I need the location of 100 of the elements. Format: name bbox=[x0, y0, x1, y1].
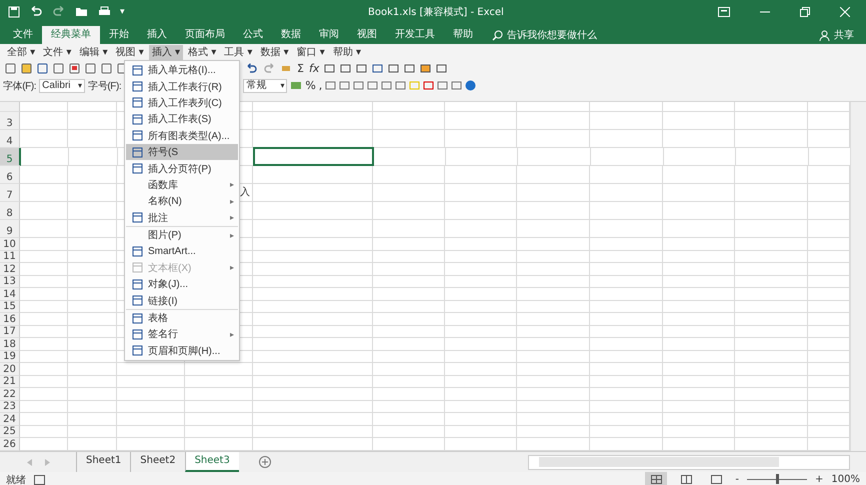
row-header[interactable]: 11 bbox=[0, 250, 20, 263]
row-header[interactable]: 8 bbox=[0, 202, 20, 220]
zoom-in-button[interactable]: + bbox=[815, 474, 824, 485]
submenu-arrow: ▸ bbox=[230, 263, 235, 272]
menu-item-icon bbox=[132, 114, 142, 125]
row-header[interactable]: 20 bbox=[0, 363, 20, 376]
ribbon-tab[interactable]: 数据 bbox=[272, 26, 310, 44]
menu-item[interactable]: 插入工作表(S) bbox=[126, 111, 238, 128]
redo-icon[interactable] bbox=[52, 6, 66, 18]
row-header[interactable]: 13 bbox=[0, 276, 20, 288]
ribbon-tab[interactable]: 文件 bbox=[4, 26, 42, 44]
number-format-dropdown[interactable]: 常规 ▾ bbox=[243, 78, 288, 92]
row-header[interactable]: 4 bbox=[0, 130, 20, 148]
close-icon[interactable] bbox=[840, 7, 850, 17]
ribbon-tab[interactable]: 审阅 bbox=[310, 26, 348, 44]
menu-item[interactable]: 所有图表类型(A)... bbox=[126, 128, 238, 144]
row-header[interactable]: 14 bbox=[0, 288, 20, 300]
menu-item[interactable]: 表格 bbox=[126, 308, 238, 326]
menu-bar-item[interactable]: 数据 ▾ bbox=[257, 44, 292, 60]
ribbon-tab[interactable]: 开发工具 bbox=[386, 26, 444, 44]
submenu-arrow: ▸ bbox=[230, 213, 235, 222]
ribbon-tab[interactable]: 开始 bbox=[100, 26, 138, 44]
function-button[interactable]: fx bbox=[308, 62, 320, 75]
menu-item[interactable]: 图片(P) ▸ bbox=[126, 226, 238, 244]
menu-item-icon bbox=[132, 262, 142, 274]
new-document-icon[interactable] bbox=[5, 63, 16, 74]
menu-item-icon bbox=[132, 295, 142, 306]
tell-me-field[interactable]: 告诉我你想要做什么 bbox=[507, 30, 647, 40]
sheet-tab[interactable]: Sheet3 bbox=[184, 452, 239, 472]
ribbon-tab[interactable]: 插入 bbox=[138, 26, 176, 44]
row-header[interactable]: 22 bbox=[0, 388, 20, 400]
menu-bar-item[interactable]: 格式 ▾ bbox=[185, 44, 220, 60]
menu-item[interactable]: 批注 ▸ bbox=[126, 210, 238, 226]
ribbon-tab[interactable]: 视图 bbox=[348, 26, 386, 44]
ribbon-tab[interactable]: 页面布局 bbox=[176, 26, 234, 44]
add-sheet-icon[interactable] bbox=[258, 456, 271, 468]
menu-item[interactable]: 插入单元格(I)... bbox=[126, 62, 238, 78]
menu-item[interactable]: 插入工作表行(R) bbox=[126, 78, 238, 95]
row-header[interactable]: 17 bbox=[0, 326, 20, 338]
menu-item[interactable]: 对象(J)... bbox=[126, 276, 238, 292]
menu-item-icon bbox=[132, 163, 142, 174]
help-icon[interactable] bbox=[465, 80, 476, 91]
row-header[interactable]: 5 bbox=[0, 148, 21, 166]
menu-bar-item[interactable]: 文件 ▾ bbox=[40, 44, 74, 60]
menu-bar-item[interactable]: 帮助 ▾ bbox=[330, 44, 364, 60]
percent-button[interactable]: % bbox=[305, 79, 316, 92]
macro-record-icon[interactable] bbox=[34, 474, 45, 484]
undo-icon[interactable] bbox=[29, 6, 43, 18]
view-button[interactable] bbox=[645, 472, 668, 485]
row-header[interactable]: 23 bbox=[0, 400, 20, 413]
menu-item[interactable]: 符号(S bbox=[126, 144, 238, 160]
menu-item[interactable]: 链接(I) bbox=[126, 292, 238, 309]
menu-bar-item[interactable]: 全部 ▾ bbox=[4, 44, 38, 60]
horizontal-scrollbar[interactable] bbox=[528, 454, 850, 470]
row-header[interactable]: 18 bbox=[0, 338, 20, 350]
ribbon-display-icon[interactable] bbox=[718, 7, 730, 17]
row-header[interactable]: 26 bbox=[0, 438, 20, 450]
menu-bar-item[interactable]: 编辑 ▾ bbox=[76, 44, 111, 60]
menu-bar-item[interactable]: 窗口 ▾ bbox=[294, 44, 328, 60]
menu-item[interactable]: 插入分页符(P) bbox=[126, 160, 238, 177]
sum-button[interactable]: Σ bbox=[297, 62, 304, 75]
row-header[interactable] bbox=[0, 102, 20, 112]
zoom-slider[interactable] bbox=[776, 474, 780, 484]
row-header[interactable]: 12 bbox=[0, 263, 20, 276]
undo-icon[interactable] bbox=[246, 63, 258, 74]
customize-dropdown[interactable]: ▾ bbox=[120, 7, 125, 17]
row-header[interactable]: 6 bbox=[0, 166, 20, 184]
row-header[interactable]: 16 bbox=[0, 313, 20, 326]
redo-icon[interactable] bbox=[263, 63, 275, 74]
vertical-scrollbar[interactable] bbox=[850, 102, 866, 451]
row-header[interactable]: 21 bbox=[0, 376, 20, 388]
font-dropdown[interactable]: Calibri ▾ bbox=[39, 78, 86, 92]
ribbon-tab[interactable]: 帮助 bbox=[444, 26, 482, 44]
row-header[interactable]: 7 bbox=[0, 184, 20, 202]
row-header[interactable]: 19 bbox=[0, 350, 20, 363]
menu-item[interactable]: SmartArt... bbox=[126, 243, 238, 260]
ribbon-tab[interactable]: 经典菜单 bbox=[42, 26, 100, 44]
menu-bar-item[interactable]: 工具 ▾ bbox=[221, 44, 256, 60]
share-button[interactable]: 共享 bbox=[819, 26, 866, 44]
row-header[interactable]: 24 bbox=[0, 413, 20, 426]
menu-item-icon bbox=[132, 278, 142, 290]
submenu-arrow: ▸ bbox=[230, 196, 235, 206]
menu-bar-item[interactable]: 插入 ▾ bbox=[148, 44, 184, 60]
menu-item[interactable]: 页眉和页脚(H)... bbox=[126, 342, 238, 360]
row-header[interactable]: 25 bbox=[0, 426, 20, 438]
row-header[interactable]: 15 bbox=[0, 300, 20, 313]
menu-item[interactable]: 函数库 ▸ bbox=[126, 176, 238, 194]
row-header[interactable]: 10 bbox=[0, 238, 20, 250]
restore-icon[interactable] bbox=[800, 7, 810, 17]
cell-text: 入 bbox=[240, 186, 250, 199]
menu-item[interactable]: 插入工作表列(C) bbox=[126, 94, 238, 112]
menu-item[interactable]: 签名行 ▸ bbox=[126, 326, 238, 343]
comma-button[interactable]: , bbox=[318, 79, 322, 92]
menu-bar-item[interactable]: 视图 ▾ bbox=[112, 44, 147, 60]
ribbon-tab[interactable]: 公式 bbox=[234, 26, 272, 44]
menu-item[interactable]: 名称(N) ▸ bbox=[126, 193, 238, 210]
zoom-out-button[interactable]: - bbox=[735, 474, 740, 485]
status-text: 就绪 bbox=[6, 474, 26, 485]
row-header[interactable]: 3 bbox=[0, 112, 20, 130]
row-header[interactable]: 9 bbox=[0, 220, 20, 238]
